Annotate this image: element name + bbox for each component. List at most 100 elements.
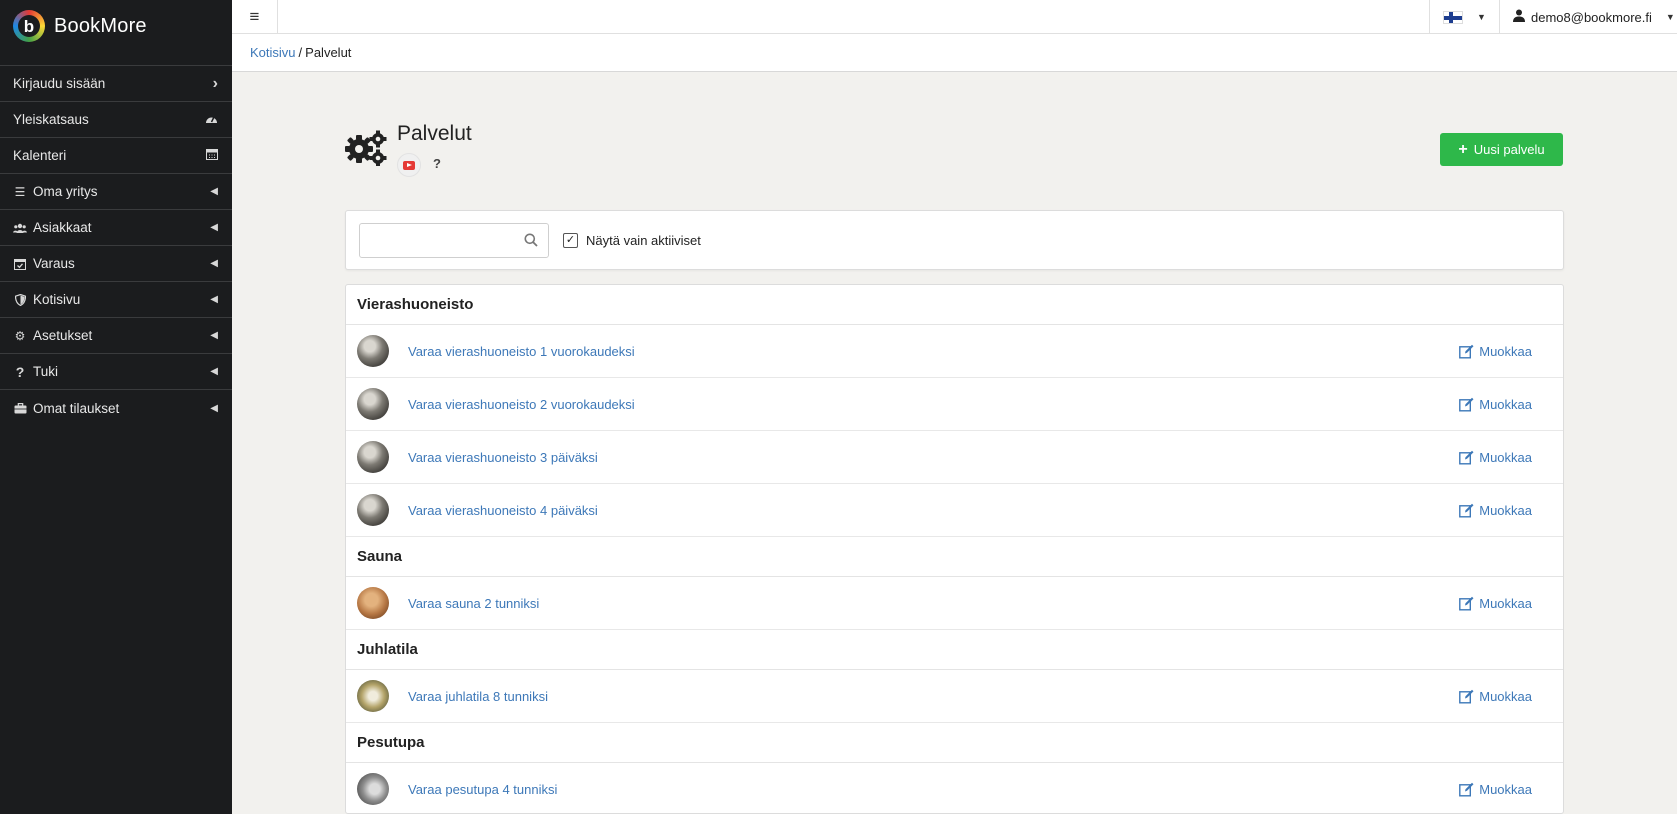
- page-header: Palvelut ? + Uusi palvelu: [345, 118, 1565, 178]
- sidebar-item-company[interactable]: ☰ Oma yritys ◀: [0, 174, 232, 210]
- edit-label: Muokkaa: [1479, 596, 1532, 611]
- service-link[interactable]: Varaa vierashuoneisto 2 vuorokaudeksi: [408, 397, 635, 412]
- service-link[interactable]: Varaa vierashuoneisto 4 päiväksi: [408, 503, 598, 518]
- edit-label: Muokkaa: [1479, 503, 1532, 518]
- edit-label: Muokkaa: [1479, 397, 1532, 412]
- service-row: Varaa pesutupa 4 tunniksi Muokkaa: [346, 763, 1563, 813]
- topbar: ≡ ▼ demo8@bookmore.fi ▼: [232, 0, 1677, 34]
- only-active-label: Näytä vain aktiiviset: [586, 233, 701, 248]
- user-menu[interactable]: demo8@bookmore.fi ▼: [1499, 0, 1677, 34]
- edit-button[interactable]: Muokkaa: [1459, 670, 1532, 723]
- new-service-button[interactable]: + Uusi palvelu: [1440, 133, 1563, 166]
- service-link[interactable]: Varaa sauna 2 tunniksi: [408, 596, 539, 611]
- service-thumbnail: [357, 441, 389, 473]
- youtube-icon: [403, 160, 415, 170]
- search-icon[interactable]: [524, 233, 538, 247]
- edit-button[interactable]: Muokkaa: [1459, 431, 1532, 484]
- sidebar-item-label: Oma yritys: [33, 184, 98, 199]
- only-active-checkbox[interactable]: ✓: [563, 233, 578, 248]
- youtube-video-button[interactable]: [397, 153, 421, 177]
- sidebar-item-settings[interactable]: ⚙ Asetukset ◀: [0, 318, 232, 354]
- service-link[interactable]: Varaa pesutupa 4 tunniksi: [408, 782, 557, 797]
- service-row: Varaa vierashuoneisto 4 päiväksi Muokkaa: [346, 484, 1563, 537]
- edit-button[interactable]: Muokkaa: [1459, 378, 1532, 431]
- breadcrumb-current: Palvelut: [305, 45, 352, 60]
- edit-icon: [1459, 397, 1474, 412]
- sidebar-item-label: Yleiskatsaus: [13, 112, 89, 127]
- caret-left-icon: ◀: [210, 402, 218, 414]
- breadcrumb-home-link[interactable]: Kotisivu: [250, 45, 296, 60]
- breadcrumb: Kotisivu / Palvelut: [232, 34, 1677, 72]
- sidebar-item-label: Kalenteri: [13, 148, 67, 163]
- page-title: Palvelut: [397, 122, 472, 145]
- edit-icon: [1459, 344, 1474, 359]
- service-link[interactable]: Varaa vierashuoneisto 3 päiväksi: [408, 450, 598, 465]
- service-row: Varaa sauna 2 tunniksi Muokkaa: [346, 577, 1563, 630]
- language-dropdown[interactable]: ▼: [1429, 0, 1499, 34]
- sidebar-item-label: Tuki: [33, 364, 59, 379]
- help-button[interactable]: ?: [433, 156, 441, 171]
- user-icon: [1513, 9, 1525, 25]
- search-input[interactable]: [360, 224, 510, 257]
- group-title: Juhlatila: [346, 630, 1563, 670]
- edit-button[interactable]: Muokkaa: [1459, 325, 1532, 378]
- group-title: Sauna: [346, 537, 1563, 577]
- dashboard-icon: [205, 113, 218, 127]
- service-thumbnail: [357, 494, 389, 526]
- calendar-check-icon: [13, 258, 27, 270]
- sidebar-item-label: Kirjaudu sisään: [13, 76, 106, 91]
- question-icon: ?: [15, 363, 25, 380]
- list-icon: ☰: [14, 184, 26, 199]
- service-thumbnail: [357, 587, 389, 619]
- app-name: BookMore: [54, 14, 147, 37]
- menu-toggle-button[interactable]: ≡: [232, 0, 278, 34]
- sidebar-item-support[interactable]: ? Tuki ◀: [0, 354, 232, 390]
- sidebar-item-label: Kotisivu: [33, 292, 81, 307]
- cogs-icon: ⚙: [14, 328, 26, 343]
- sidebar-nav: Kirjaudu sisään › Yleiskatsaus Kalenteri…: [0, 65, 232, 426]
- service-link[interactable]: Varaa juhlatila 8 tunniksi: [408, 689, 548, 704]
- edit-icon: [1459, 596, 1474, 611]
- edit-button[interactable]: Muokkaa: [1459, 763, 1532, 813]
- users-icon: [13, 223, 27, 233]
- sidebar-item-calendar[interactable]: Kalenteri: [0, 138, 232, 174]
- edit-label: Muokkaa: [1479, 344, 1532, 359]
- finland-flag-icon: [1443, 10, 1464, 24]
- edit-label: Muokkaa: [1479, 689, 1532, 704]
- service-row: Varaa vierashuoneisto 1 vuorokaudeksi Mu…: [346, 325, 1563, 378]
- service-row: Varaa vierashuoneisto 3 päiväksi Muokkaa: [346, 431, 1563, 484]
- new-service-label: Uusi palvelu: [1473, 142, 1545, 157]
- service-thumbnail: [357, 388, 389, 420]
- hamburger-icon: ≡: [249, 7, 260, 26]
- caret-left-icon: ◀: [210, 294, 218, 305]
- filter-panel: ✓ Näytä vain aktiiviset: [345, 210, 1564, 270]
- cogs-icon: [345, 130, 387, 166]
- caret-left-icon: ◀: [210, 186, 218, 197]
- edit-label: Muokkaa: [1479, 782, 1532, 797]
- service-thumbnail: [357, 773, 389, 805]
- sidebar-item-orders[interactable]: Omat tilaukset ◀: [0, 390, 232, 426]
- caret-left-icon: ◀: [210, 258, 218, 269]
- caret-down-icon: ▼: [1477, 12, 1486, 22]
- brand[interactable]: b BookMore: [0, 0, 232, 52]
- service-thumbnail: [357, 680, 389, 712]
- sidebar: b BookMore Kirjaudu sisään › Yleiskatsau…: [0, 0, 232, 814]
- caret-down-icon: ▼: [1665, 12, 1675, 22]
- sidebar-item-login[interactable]: Kirjaudu sisään ›: [0, 66, 232, 102]
- sidebar-item-customers[interactable]: Asiakkaat ◀: [0, 210, 232, 246]
- caret-left-icon: ◀: [210, 366, 218, 377]
- edit-button[interactable]: Muokkaa: [1459, 484, 1532, 537]
- only-active-toggle[interactable]: ✓ Näytä vain aktiiviset: [563, 233, 701, 248]
- sidebar-item-homepage[interactable]: Kotisivu ◀: [0, 282, 232, 318]
- plus-icon: +: [1458, 140, 1468, 158]
- sidebar-item-label: Varaus: [33, 256, 75, 271]
- service-row: Varaa vierashuoneisto 2 vuorokaudeksi Mu…: [346, 378, 1563, 431]
- service-link[interactable]: Varaa vierashuoneisto 1 vuorokaudeksi: [408, 344, 635, 359]
- calendar-icon: [206, 148, 218, 163]
- edit-icon: [1459, 503, 1474, 518]
- briefcase-icon: [13, 402, 27, 414]
- sidebar-item-overview[interactable]: Yleiskatsaus: [0, 102, 232, 138]
- sidebar-item-booking[interactable]: Varaus ◀: [0, 246, 232, 282]
- caret-left-icon: ◀: [210, 222, 218, 233]
- edit-button[interactable]: Muokkaa: [1459, 577, 1532, 630]
